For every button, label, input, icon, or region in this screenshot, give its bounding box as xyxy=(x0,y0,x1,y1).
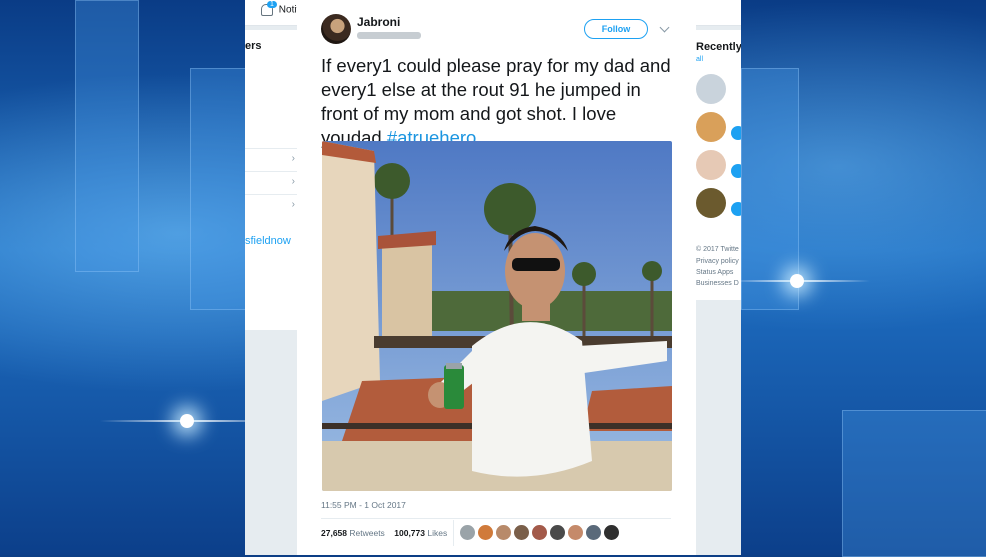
chevron-down-icon[interactable] xyxy=(659,22,670,33)
like-count[interactable]: 100,773 xyxy=(394,528,425,538)
notifications-tab[interactable]: 1 Notifi xyxy=(261,1,302,16)
left-column-link[interactable]: sfieldnow xyxy=(245,235,291,247)
avatar[interactable] xyxy=(696,188,726,218)
background-panel-left xyxy=(75,0,139,272)
right-column: Recently all © 2017 Twitte Privacy polic… xyxy=(696,30,741,300)
engagement-stats: 27,658 Retweets 100,773 Likes xyxy=(321,528,447,538)
tweet-text: If every1 could please pray for my dad a… xyxy=(321,54,671,150)
follow-button[interactable] xyxy=(731,164,741,178)
footer-link[interactable]: Businesses D xyxy=(696,280,739,287)
left-column: ers › › › sfieldnow xyxy=(245,30,297,330)
tweet-body: If every1 could please pray for my dad a… xyxy=(321,55,671,148)
avatar[interactable] xyxy=(478,525,493,540)
background-panel-left-2 xyxy=(190,68,247,310)
author-name[interactable]: Jabroni xyxy=(357,15,400,29)
avatar[interactable] xyxy=(568,525,583,540)
right-column-header: Recently xyxy=(696,41,741,53)
left-column-row[interactable]: › xyxy=(245,171,297,194)
avatar[interactable] xyxy=(321,14,351,44)
notification-count-badge: 1 xyxy=(267,1,277,8)
divider xyxy=(453,520,454,546)
footer-link[interactable]: Privacy policy xyxy=(696,258,739,265)
avatar[interactable] xyxy=(460,525,475,540)
view-all-link[interactable]: all xyxy=(696,56,703,63)
tweet-timestamp[interactable]: 11:55 PM - 1 Oct 2017 xyxy=(321,500,406,510)
tweet-card: Jabroni Follow If every1 could please pr… xyxy=(297,0,696,555)
light-flare xyxy=(180,414,194,428)
avatar[interactable] xyxy=(604,525,619,540)
background-panel-right xyxy=(741,68,799,310)
avatar[interactable] xyxy=(514,525,529,540)
avatar[interactable] xyxy=(532,525,547,540)
follow-button[interactable] xyxy=(731,126,741,140)
tweet-photo[interactable] xyxy=(322,141,672,491)
author-handle-redacted xyxy=(357,32,421,39)
footer-link[interactable]: Status Apps xyxy=(696,269,733,276)
avatar[interactable] xyxy=(496,525,511,540)
left-column-row[interactable]: › xyxy=(245,194,297,217)
left-column-header: ers xyxy=(245,40,262,52)
background-panel-right-2 xyxy=(842,410,986,557)
left-column-row[interactable]: › xyxy=(245,148,297,171)
follow-button[interactable] xyxy=(731,202,741,216)
divider xyxy=(321,518,671,519)
light-flare xyxy=(790,274,804,288)
retweet-label: Retweets xyxy=(349,528,385,538)
chevron-right-icon: › xyxy=(291,153,295,164)
like-label: Likes xyxy=(427,528,448,538)
follow-button[interactable]: Follow xyxy=(584,19,648,39)
avatar[interactable] xyxy=(550,525,565,540)
photo-illustration xyxy=(322,141,672,491)
footer-link[interactable]: © 2017 Twitte xyxy=(696,246,739,253)
avatar[interactable] xyxy=(696,112,726,142)
avatar[interactable] xyxy=(696,74,726,104)
chevron-right-icon: › xyxy=(291,176,295,187)
avatar[interactable] xyxy=(586,525,601,540)
retweet-count[interactable]: 27,658 xyxy=(321,528,347,538)
chevron-right-icon: › xyxy=(291,199,295,210)
avatar[interactable] xyxy=(696,150,726,180)
